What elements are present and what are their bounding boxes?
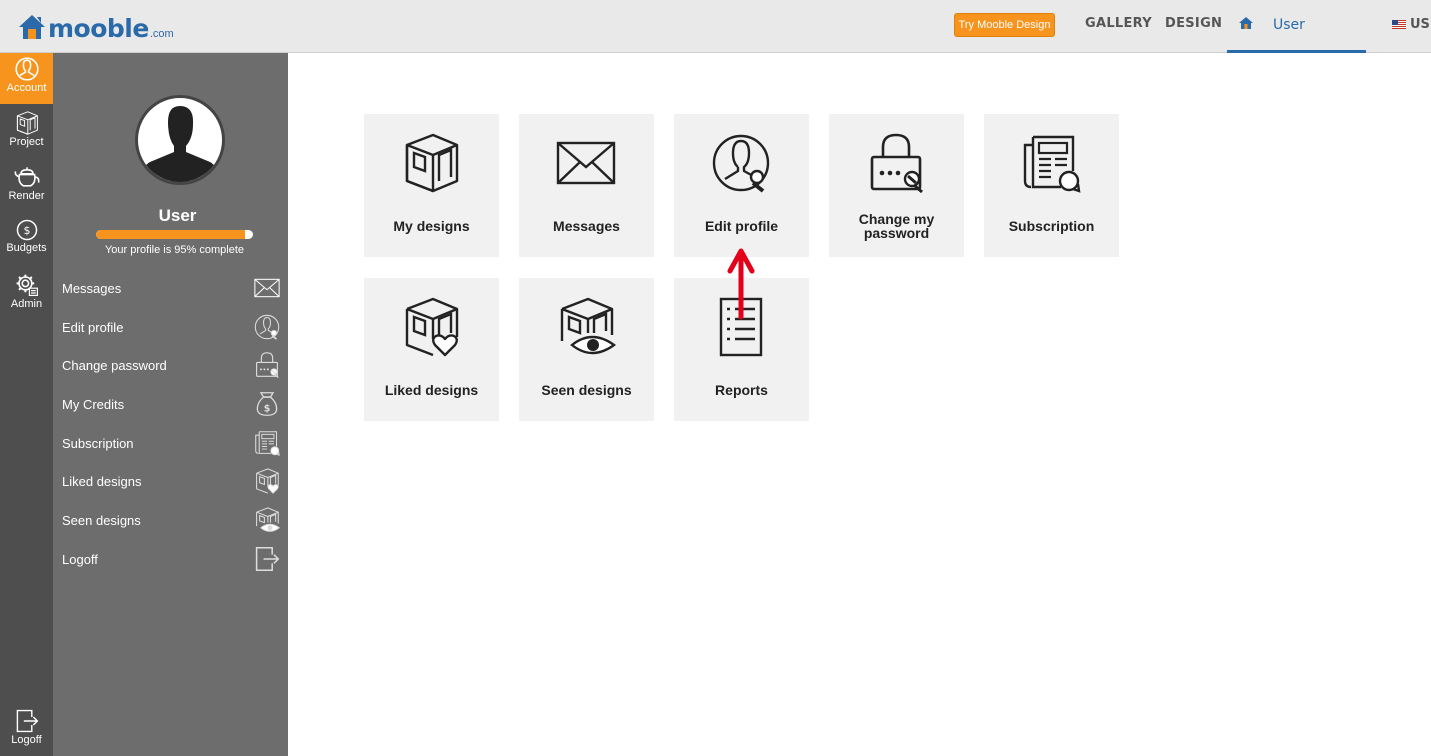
tile-edit-profile[interactable]: Edit profile bbox=[674, 114, 809, 257]
top-bar: mooble .com Try Mooble Design GALLERY DE… bbox=[0, 0, 1431, 53]
padlock-icon bbox=[254, 352, 280, 378]
user-silhouette-icon bbox=[140, 106, 220, 182]
menu-logoff[interactable]: Logoff bbox=[62, 546, 280, 576]
mooble-logo[interactable]: mooble .com bbox=[17, 11, 174, 41]
profile-username: User bbox=[158, 206, 197, 225]
exit-icon bbox=[254, 546, 280, 572]
menu-my-credits-label: My Credits bbox=[62, 397, 125, 412]
rail-admin[interactable]: Admin bbox=[0, 269, 53, 320]
rail-render-label: Render bbox=[8, 190, 45, 202]
room-eye-icon bbox=[254, 507, 280, 533]
menu-change-password[interactable]: Change password bbox=[62, 352, 280, 382]
rail-budgets-label: Budgets bbox=[6, 242, 47, 254]
gear-icon bbox=[16, 274, 38, 296]
user-wrench-icon bbox=[711, 133, 771, 193]
menu-change-password-label: Change password bbox=[62, 358, 167, 373]
profile-progress-fill bbox=[96, 230, 246, 239]
newspaper-refresh-icon bbox=[254, 430, 280, 456]
tile-subscription[interactable]: Subscription bbox=[984, 114, 1119, 257]
money-bag-icon bbox=[254, 391, 280, 417]
tile-edit-profile-label: Edit profile bbox=[704, 218, 779, 234]
envelope-icon bbox=[556, 133, 616, 193]
home-icon bbox=[1239, 17, 1253, 29]
exit-icon bbox=[15, 709, 39, 733]
tile-seen-designs-label: Seen designs bbox=[541, 382, 632, 398]
room-eye-icon bbox=[556, 297, 616, 357]
rail-admin-label: Admin bbox=[10, 298, 43, 310]
tile-seen-designs[interactable]: Seen designs bbox=[519, 278, 654, 421]
tile-reports-label: Reports bbox=[715, 382, 768, 398]
us-flag-icon bbox=[1392, 20, 1406, 29]
tile-liked-designs[interactable]: Liked designs bbox=[364, 278, 499, 421]
menu-my-credits[interactable]: My Credits bbox=[62, 391, 280, 421]
logo-domain: .com bbox=[149, 28, 174, 40]
room-cube-icon bbox=[401, 133, 461, 193]
tile-subscription-label: Subscription bbox=[1008, 218, 1095, 234]
tile-change-password-line1: Change my bbox=[858, 211, 935, 227]
try-mooble-design-button[interactable]: Try Mooble Design bbox=[954, 13, 1055, 37]
red-arrow-annotation-icon bbox=[727, 248, 755, 320]
rail-account-label: Account bbox=[6, 82, 47, 94]
tile-my-designs[interactable]: My designs bbox=[364, 114, 499, 257]
rail-project-label: Project bbox=[9, 136, 44, 148]
room-heart-icon bbox=[254, 468, 280, 494]
menu-logoff-label: Logoff bbox=[62, 552, 98, 567]
rail-project[interactable]: Project bbox=[0, 107, 53, 158]
dollar-coin-icon: $ bbox=[16, 219, 37, 241]
menu-subscription[interactable]: Subscription bbox=[62, 430, 280, 460]
profile-progress-text: Your profile is 95% complete bbox=[104, 244, 244, 256]
language-selector[interactable]: US bbox=[1392, 17, 1430, 32]
rail-budgets[interactable]: $ Budgets bbox=[0, 215, 53, 266]
nav-gallery[interactable]: GALLERY bbox=[1085, 16, 1152, 31]
rail-render[interactable]: Render bbox=[0, 161, 53, 212]
svg-text:$: $ bbox=[23, 224, 30, 237]
room-heart-icon bbox=[401, 297, 461, 357]
tile-messages[interactable]: Messages bbox=[519, 114, 654, 257]
menu-edit-profile[interactable]: Edit profile bbox=[62, 314, 280, 344]
rail-account[interactable]: Account bbox=[0, 53, 53, 104]
menu-liked-designs[interactable]: Liked designs bbox=[62, 468, 280, 498]
room-cube-icon bbox=[15, 111, 39, 135]
menu-messages[interactable]: Messages bbox=[62, 275, 280, 305]
menu-subscription-label: Subscription bbox=[62, 436, 134, 451]
menu-seen-designs-label: Seen designs bbox=[62, 513, 141, 528]
language-code: US bbox=[1410, 17, 1430, 32]
profile-progress-bar bbox=[96, 230, 253, 239]
nav-design[interactable]: DESIGN bbox=[1165, 16, 1222, 31]
teapot-icon bbox=[13, 167, 40, 187]
tile-messages-label: Messages bbox=[553, 218, 620, 234]
menu-seen-designs[interactable]: Seen designs bbox=[62, 507, 280, 537]
icon-rail: Account Project Render $ Budgets Admin L… bbox=[0, 53, 53, 756]
profile-panel: User Your profile is 95% complete Messag… bbox=[53, 53, 288, 756]
menu-liked-designs-label: Liked designs bbox=[62, 474, 142, 489]
nav-user-label: User bbox=[1273, 17, 1305, 33]
nav-user-tab[interactable]: User bbox=[1227, 0, 1366, 53]
rail-logoff[interactable]: Logoff bbox=[0, 705, 53, 756]
avatar[interactable] bbox=[135, 95, 225, 185]
newspaper-refresh-icon bbox=[1021, 133, 1081, 193]
tile-change-password[interactable]: Change my password bbox=[829, 114, 964, 257]
tile-change-password-line2: password bbox=[863, 225, 930, 241]
logo-word: mooble bbox=[48, 14, 149, 43]
padlock-icon bbox=[866, 133, 926, 193]
rail-logoff-label: Logoff bbox=[11, 734, 42, 746]
tile-my-designs-label: My designs bbox=[393, 218, 470, 234]
envelope-icon bbox=[254, 275, 280, 301]
tile-liked-designs-label: Liked designs bbox=[384, 382, 479, 398]
user-wrench-icon bbox=[254, 314, 280, 340]
menu-edit-profile-label: Edit profile bbox=[62, 320, 124, 335]
menu-messages-label: Messages bbox=[62, 281, 122, 296]
house-logo-icon bbox=[19, 15, 45, 39]
user-circle-icon bbox=[14, 57, 39, 81]
